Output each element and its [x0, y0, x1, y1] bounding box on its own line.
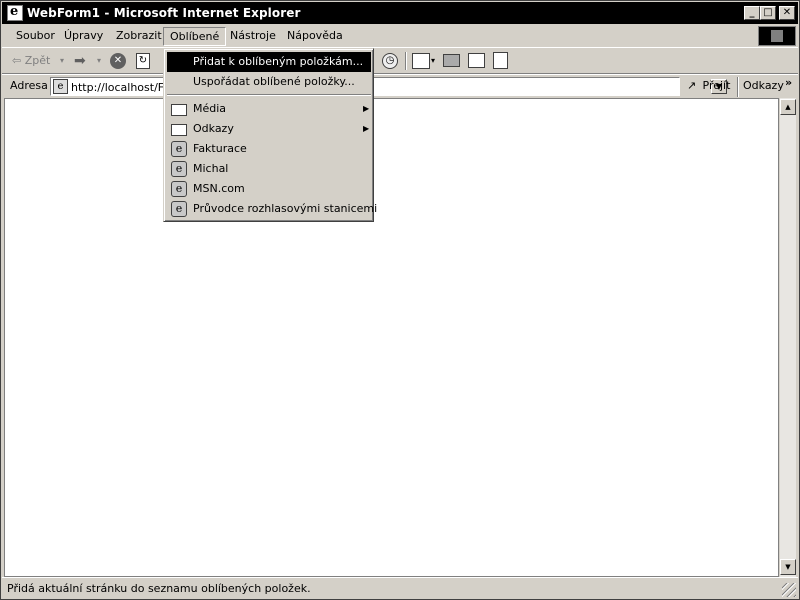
ie-page-icon: e [171, 201, 187, 217]
page-icon: e [53, 79, 68, 94]
links-separator [737, 77, 739, 97]
menu-soubor[interactable]: Soubor [10, 27, 61, 46]
resize-grip-icon[interactable] [782, 583, 796, 597]
window-title: WebForm1 - Microsoft Internet Explorer [27, 6, 301, 20]
ie-page-icon: e [171, 161, 187, 177]
menu-item-organize-favorites[interactable]: Uspořádat oblíbené položky... [167, 72, 371, 92]
menu-separator [167, 94, 371, 96]
vertical-scrollbar[interactable]: ▲ ▼ [779, 98, 796, 577]
menu-item-label: Média [193, 102, 227, 115]
stop-icon[interactable]: ✕ [110, 53, 126, 69]
menu-item-fakturace[interactable]: e Fakturace [167, 139, 371, 159]
menu-item-media-folder[interactable]: Média ▶ [167, 99, 371, 119]
forward-dropdown-icon[interactable]: ▾ [97, 52, 101, 70]
menu-bar: Soubor Úpravy Zobrazit Oblíbené Nástroje… [2, 24, 798, 48]
page-content[interactable] [4, 98, 779, 577]
refresh-icon[interactable]: ↻ [136, 53, 150, 69]
scroll-up-button[interactable]: ▲ [780, 99, 796, 115]
ie-page-icon: e [171, 141, 187, 157]
maximize-button[interactable]: □ [760, 6, 776, 20]
standard-toolbar: ⇦ Zpět ▾ ➡ ▾ ✕ ↻ ◷ ▾ [2, 49, 798, 74]
menu-item-michal[interactable]: e Michal [167, 159, 371, 179]
mail-icon[interactable] [412, 53, 430, 69]
back-dropdown-icon[interactable]: ▾ [60, 52, 64, 70]
scroll-down-button[interactable]: ▼ [780, 559, 796, 575]
menu-item-label: Uspořádat oblíbené položky... [193, 75, 355, 88]
mail-dropdown-icon[interactable]: ▾ [431, 52, 435, 70]
folder-icon [171, 104, 187, 116]
menu-item-links-folder[interactable]: Odkazy ▶ [167, 119, 371, 139]
history-icon[interactable]: ◷ [382, 53, 398, 69]
menu-upravy[interactable]: Úpravy [58, 27, 109, 46]
ie-app-icon-glyph: e [10, 4, 19, 19]
status-bar: Přidá aktuální stránku do seznamu oblíbe… [2, 577, 798, 599]
menu-napoveda[interactable]: Nápověda [281, 27, 349, 46]
submenu-arrow-icon: ▶ [363, 104, 370, 113]
favorites-menu: Přidat k oblíbeným položkám... Uspořádat… [163, 48, 377, 222]
menu-item-label: Přidat k oblíbeným položkám... [193, 55, 364, 68]
menu-nastroje[interactable]: Nástroje [224, 27, 282, 46]
status-text: Přidá aktuální stránku do seznamu oblíbe… [7, 582, 311, 595]
close-button[interactable]: ✕ [779, 6, 795, 20]
edit-icon[interactable] [468, 53, 485, 68]
menu-item-radio-guide[interactable]: e Průvodce rozhlasovými stanicemi [167, 199, 377, 219]
minimize-button[interactable]: _ [744, 6, 760, 20]
title-bar[interactable]: e WebForm1 - Microsoft Internet Explorer… [2, 2, 798, 24]
print-icon[interactable] [443, 54, 460, 67]
menu-zobrazit[interactable]: Zobrazit [110, 27, 168, 46]
menu-item-label: MSN.com [193, 182, 245, 195]
go-button[interactable]: ↗ Přejít [687, 78, 730, 96]
windows-logo-icon [758, 26, 796, 46]
menu-item-msn[interactable]: e MSN.com [167, 179, 371, 199]
links-chevron-icon[interactable]: » [785, 76, 792, 89]
links-toolbar-label[interactable]: Odkazy [743, 79, 784, 92]
address-bar: Adresa e ▼ ↗ Přejít Odkazy » [2, 74, 798, 97]
menu-item-label: Michal [193, 162, 229, 175]
forward-button[interactable]: ➡ [74, 52, 86, 70]
menu-item-add-favorite[interactable]: Přidat k oblíbeným položkám... [167, 52, 371, 72]
go-label: Přejít [702, 79, 731, 92]
address-label: Adresa [10, 79, 48, 92]
submenu-arrow-icon: ▶ [363, 124, 370, 133]
folder-icon [171, 124, 187, 136]
ie-app-icon: e [7, 4, 23, 21]
menu-item-label: Odkazy [193, 122, 234, 135]
discuss-icon[interactable] [493, 52, 508, 69]
menu-item-label: Průvodce rozhlasovými stanicemi [193, 202, 378, 215]
menu-item-label: Fakturace [193, 142, 247, 155]
toolbar-separator [405, 52, 407, 70]
ie-page-icon: e [171, 181, 187, 197]
browser-window: e WebForm1 - Microsoft Internet Explorer… [0, 0, 800, 600]
go-icon: ↗ [687, 79, 697, 92]
menu-oblibene[interactable]: Oblíbené [163, 27, 227, 46]
back-button[interactable]: ⇦ Zpět [12, 52, 50, 70]
